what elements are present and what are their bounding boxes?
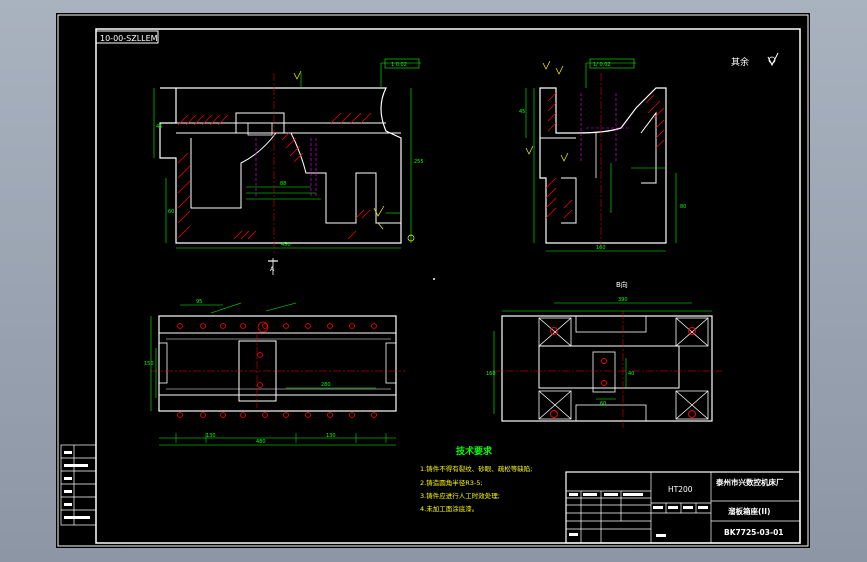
svg-text:160: 160 bbox=[486, 371, 496, 377]
svg-text:1 0.02: 1 0.02 bbox=[391, 62, 407, 68]
svg-text:255: 255 bbox=[414, 159, 424, 165]
svg-text:80: 80 bbox=[680, 204, 686, 210]
drawing-sheet: 10-00-SZLLEM 其余 45088 4560 2551 0.02 A 4… bbox=[57, 14, 809, 547]
svg-text:480: 480 bbox=[256, 439, 266, 445]
drawing-code-box: 10-00-SZLLEM bbox=[95, 30, 159, 44]
section-marker-a: A bbox=[268, 258, 278, 275]
plan-view: 480 130 130 280 150 95 bbox=[144, 299, 406, 446]
roughness-note-text: 其余 bbox=[731, 56, 749, 68]
cad-viewport[interactable]: 10-00-SZLLEM 其余 450 88 45 60 255 1 0.02 … bbox=[56, 13, 810, 548]
drawing-number-text: BK7725-03-01 bbox=[724, 528, 784, 537]
section-label-a: A bbox=[270, 266, 275, 273]
svg-text:390: 390 bbox=[618, 297, 628, 303]
svg-text:450: 450 bbox=[281, 242, 291, 248]
svg-text:60: 60 bbox=[600, 401, 606, 407]
svg-text:88: 88 bbox=[280, 181, 286, 187]
svg-text:1/ 0.02: 1/ 0.02 bbox=[593, 62, 611, 68]
view-label-b: B向 bbox=[616, 280, 628, 289]
tech-requirements-title: 技术要求 bbox=[456, 445, 493, 457]
svg-text:95: 95 bbox=[196, 299, 202, 305]
svg-text:160: 160 bbox=[596, 245, 606, 251]
drawing-code-rotated: 10-00-SZLLEM bbox=[100, 34, 158, 43]
front-section-view: 450 88 45 60 255 1 0.02 bbox=[153, 58, 424, 253]
tech-requirement-3: 3.铸件应进行人工时效处理; bbox=[420, 491, 500, 500]
material-text: HT200 bbox=[668, 485, 693, 494]
svg-text:45: 45 bbox=[519, 109, 525, 115]
side-section-view: 45 160 80 1/ 0.02 bbox=[519, 58, 686, 252]
tech-requirement-2: 2.铸造圆角半径R3-5; bbox=[420, 478, 483, 487]
company-text: 泰州市兴数控机床厂 bbox=[715, 477, 784, 487]
svg-text:45: 45 bbox=[156, 124, 162, 130]
tech-requirement-1: 1.铸件不得有裂纹、砂眼、疏松等缺陷; bbox=[420, 464, 532, 473]
technical-requirements: 技术要求 1.铸件不得有裂纹、砂眼、疏松等缺陷; 2.铸造圆角半径R3-5; 3… bbox=[420, 445, 532, 513]
marker-dot bbox=[433, 278, 435, 280]
binding-margin-table bbox=[60, 444, 97, 526]
tech-requirement-4: 4.未加工面涂底漆。 bbox=[420, 504, 478, 513]
roughness-note: 其余 bbox=[731, 52, 779, 68]
svg-text:130: 130 bbox=[206, 433, 216, 439]
svg-text:280: 280 bbox=[321, 382, 331, 388]
title-block: HT200 泰州市兴数控机床厂 溜板箱座(II) BK7725-03-01 bbox=[565, 471, 801, 544]
svg-text:130: 130 bbox=[326, 433, 336, 439]
part-name-text: 溜板箱座(II) bbox=[728, 506, 770, 516]
b-direction-view: B向 390 160 40 60 bbox=[486, 280, 722, 428]
svg-text:40: 40 bbox=[628, 371, 634, 377]
svg-text:60: 60 bbox=[168, 209, 174, 215]
svg-text:150: 150 bbox=[144, 361, 154, 367]
